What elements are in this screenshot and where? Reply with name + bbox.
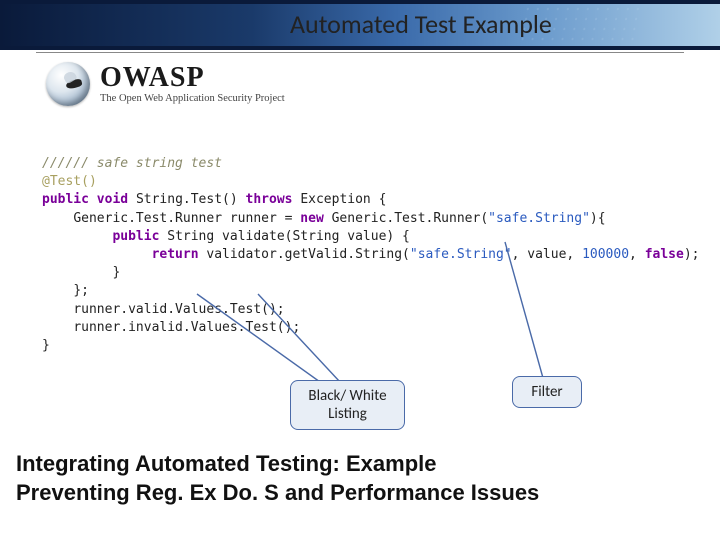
code-string: "safe.String" [410, 247, 512, 262]
code-text: String validate(String value) { [167, 229, 410, 244]
code-kw: return [152, 247, 199, 262]
code-kw: new [300, 211, 323, 226]
logo-tagline: The Open Web Application Security Projec… [100, 94, 285, 105]
code-kw: void [97, 192, 128, 207]
code-block: ////// safe string test @Test() public v… [42, 155, 678, 355]
callout-filter: Filter [512, 376, 582, 408]
code-text: Generic.Test.Runner runner = [73, 211, 292, 226]
owasp-logo: OWASP The Open Web Application Security … [46, 62, 285, 106]
slide-title: Automated Test Example [290, 8, 552, 40]
code-number: 100000 [582, 247, 629, 262]
code-text: ); [684, 247, 700, 262]
owasp-logo-icon [46, 62, 90, 106]
code-bool: false [645, 247, 684, 262]
code-text: ){ [590, 211, 606, 226]
code-text: } [42, 338, 50, 353]
code-comment: ////// safe string test [42, 156, 222, 171]
code-string: "safe.String" [488, 211, 590, 226]
code-kw: public [112, 229, 159, 244]
code-kw: public [42, 192, 89, 207]
code-text: runner.valid.Values.Test(); [73, 302, 284, 317]
code-annotation: @Test() [42, 174, 97, 189]
code-text: validator.getValid.String( [206, 247, 410, 262]
footer-title: Integrating Automated Testing: Example P… [16, 450, 539, 507]
code-text: , [629, 247, 637, 262]
title-underline [36, 52, 684, 53]
logo-name: OWASP [100, 64, 285, 92]
footer-line-1: Integrating Automated Testing: Example [16, 450, 539, 479]
code-text: }; [73, 283, 89, 298]
footer-line-2: Preventing Reg. Ex Do. S and Performance… [16, 479, 539, 508]
code-text: } [112, 265, 120, 280]
code-kw: throws [246, 192, 293, 207]
code-text: Generic.Test.Runner( [332, 211, 489, 226]
code-text: Exception { [300, 192, 386, 207]
code-text: String.Test() [136, 192, 238, 207]
code-text: , value, [512, 247, 575, 262]
code-text: runner.invalid.Values.Test(); [73, 320, 300, 335]
callout-black-white-listing: Black/ White Listing [290, 380, 405, 430]
